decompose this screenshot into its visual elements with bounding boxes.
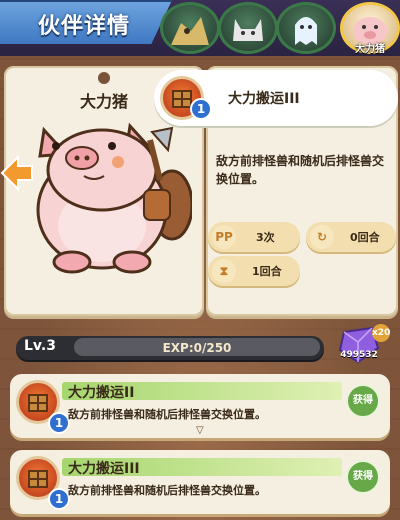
pig-illustration [36, 122, 192, 274]
skill-list-description: 敌方前排怪兽和随机后排怪兽交换位置。 [68, 408, 266, 421]
cooldown-value: 0回合 [350, 231, 380, 244]
pp-value: 3次 [256, 231, 275, 244]
skill-description: 敌方前排怪兽和随机后排怪兽交换位置。 [216, 154, 385, 186]
card-hole [98, 72, 110, 84]
skill-list-name: 大力搬运II [68, 385, 135, 401]
duration-value: 1回合 [252, 265, 282, 278]
pp-icon: PP [212, 225, 236, 249]
skill-level-badge: 1 [190, 98, 212, 120]
skill-level-badge: 1 [48, 412, 70, 434]
skill-name: 大力搬运III [228, 91, 300, 107]
expand-triangle-icon[interactable]: ▽ [196, 425, 204, 436]
skill-list-description: 敌方前排怪兽和随机后排怪兽交换位置。 [68, 484, 266, 497]
cooldown-pill: ↻ 0回合 [306, 222, 396, 252]
skill-list-name: 大力搬运III [68, 461, 140, 477]
obtained-badge: 获得 [346, 460, 380, 494]
cooldown-icon: ↻ [310, 225, 334, 249]
obtained-badge: 获得 [346, 384, 380, 418]
skill-level-badge: 1 [48, 488, 70, 510]
hourglass-icon: ⧗ [212, 259, 236, 283]
level-label: Lv.3 [24, 338, 56, 354]
partner-portrait-dragon[interactable] [160, 2, 220, 54]
gem-multiplier-badge: x20 [372, 324, 390, 342]
exp-label: EXP:0/250 [162, 341, 232, 355]
skill-list-item[interactable]: 1 大力搬运III 敌方前排怪兽和随机后排怪兽交换位置。 获得 [10, 450, 390, 514]
partner-portrait-cat[interactable] [218, 2, 278, 54]
gem-count: 499532 [340, 350, 378, 360]
partner-portrait-ghost[interactable] [276, 2, 336, 54]
selected-partner-name: 大力猪 [355, 44, 385, 55]
duration-pill: ⧗ 1回合 [208, 256, 300, 286]
pp-pill: PP 3次 [208, 222, 300, 252]
page-title: 伙伴详情 [38, 14, 131, 39]
